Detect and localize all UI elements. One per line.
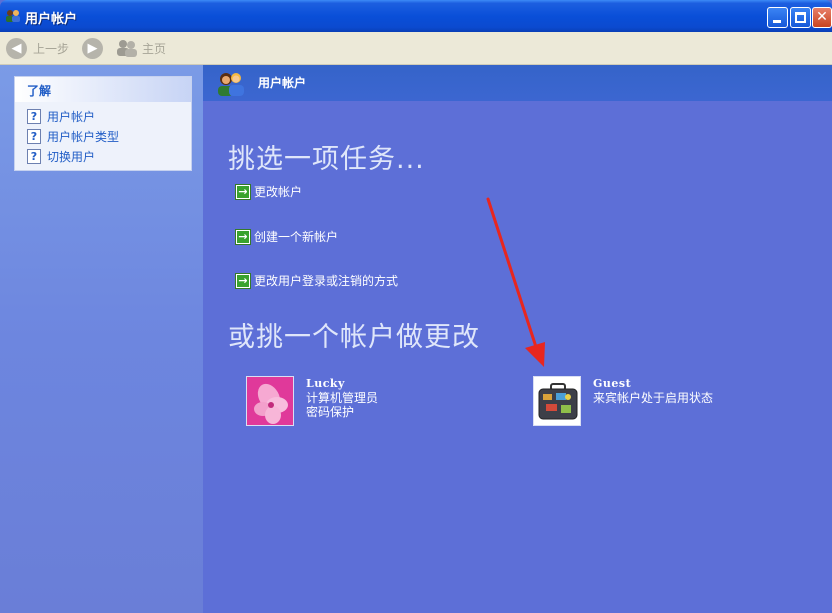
forward-arrow-icon: ▶ (82, 37, 103, 59)
account-type: 计算机管理员 (306, 391, 379, 405)
learn-item-label: 用户帐户类型 (47, 129, 120, 144)
title-bar: 用户帐户 ✕ (0, 0, 832, 32)
help-icon: ? (27, 108, 41, 124)
help-icon: ? (27, 148, 41, 164)
home-button[interactable]: 主页 (116, 36, 166, 60)
learn-item-label: 切换用户 (47, 149, 96, 164)
account-name: Lucky (306, 377, 345, 390)
task-create-account[interactable]: → 创建一个新帐户 (235, 228, 338, 245)
account-picture-suitcase (533, 376, 581, 426)
account-status: 来宾帐户处于启用状态 (593, 391, 714, 405)
main-header: 用户帐户 (203, 65, 832, 101)
account-heading: 或挑一个帐户做更改 (228, 322, 480, 353)
user-accounts-icon (218, 73, 244, 96)
maximize-icon (795, 12, 806, 23)
minimize-button[interactable] (767, 7, 788, 28)
green-arrow-icon: → (235, 272, 251, 289)
forward-button[interactable]: ▶ (82, 36, 109, 60)
task-heading: 挑选一项任务... (228, 144, 425, 175)
users-home-icon (117, 40, 137, 57)
account-guest[interactable]: Guest 来宾帐户处于启用状态 (533, 376, 713, 426)
back-button[interactable]: ◀ 上一步 (6, 36, 69, 60)
home-label: 主页 (142, 41, 167, 56)
minimize-icon (773, 20, 781, 23)
toolbar: ◀ 上一步 ▶ 主页 (0, 32, 832, 65)
maximize-button[interactable] (790, 7, 811, 28)
close-button[interactable]: ✕ (812, 7, 832, 28)
left-task-pane: 了解 ? 用户帐户 ? 用户帐户类型 ? 切换用户 (0, 65, 203, 613)
task-label: 创建一个新帐户 (254, 230, 339, 244)
learn-item-account-types[interactable]: ? 用户帐户类型 (15, 126, 191, 146)
learn-item-label: 用户帐户 (47, 109, 96, 124)
task-label: 更改用户登录或注销的方式 (254, 274, 399, 288)
green-arrow-icon: → (235, 228, 251, 245)
learn-item-user-accounts[interactable]: ? 用户帐户 (15, 106, 191, 126)
learn-about-box: 了解 ? 用户帐户 ? 用户帐户类型 ? 切换用户 (14, 76, 192, 171)
task-change-logon[interactable]: → 更改用户登录或注销的方式 (235, 272, 398, 289)
help-icon: ? (27, 128, 41, 144)
user-accounts-icon (6, 10, 20, 22)
learn-item-switch-users[interactable]: ? 切换用户 (15, 146, 191, 166)
main-header-title: 用户帐户 (258, 76, 307, 90)
task-change-account[interactable]: → 更改帐户 (235, 183, 302, 200)
task-label: 更改帐户 (254, 185, 303, 199)
close-icon: ✕ (816, 9, 828, 25)
window-title: 用户帐户 (25, 12, 78, 27)
back-arrow-icon: ◀ (6, 37, 27, 59)
account-picture-flower (246, 376, 294, 426)
main-content: 用户帐户 挑选一项任务... → 更改帐户 → 创建一个新帐户 → 更改用户登录… (203, 65, 832, 613)
account-name: Guest (593, 377, 632, 390)
green-arrow-icon: → (235, 183, 251, 200)
learn-header: 了解 (15, 77, 191, 102)
back-label: 上一步 (33, 41, 70, 56)
account-lucky[interactable]: Lucky 计算机管理员 密码保护 (246, 376, 378, 426)
flower-icon (247, 377, 293, 425)
suitcase-icon (534, 377, 580, 425)
account-status: 密码保护 (306, 405, 355, 419)
